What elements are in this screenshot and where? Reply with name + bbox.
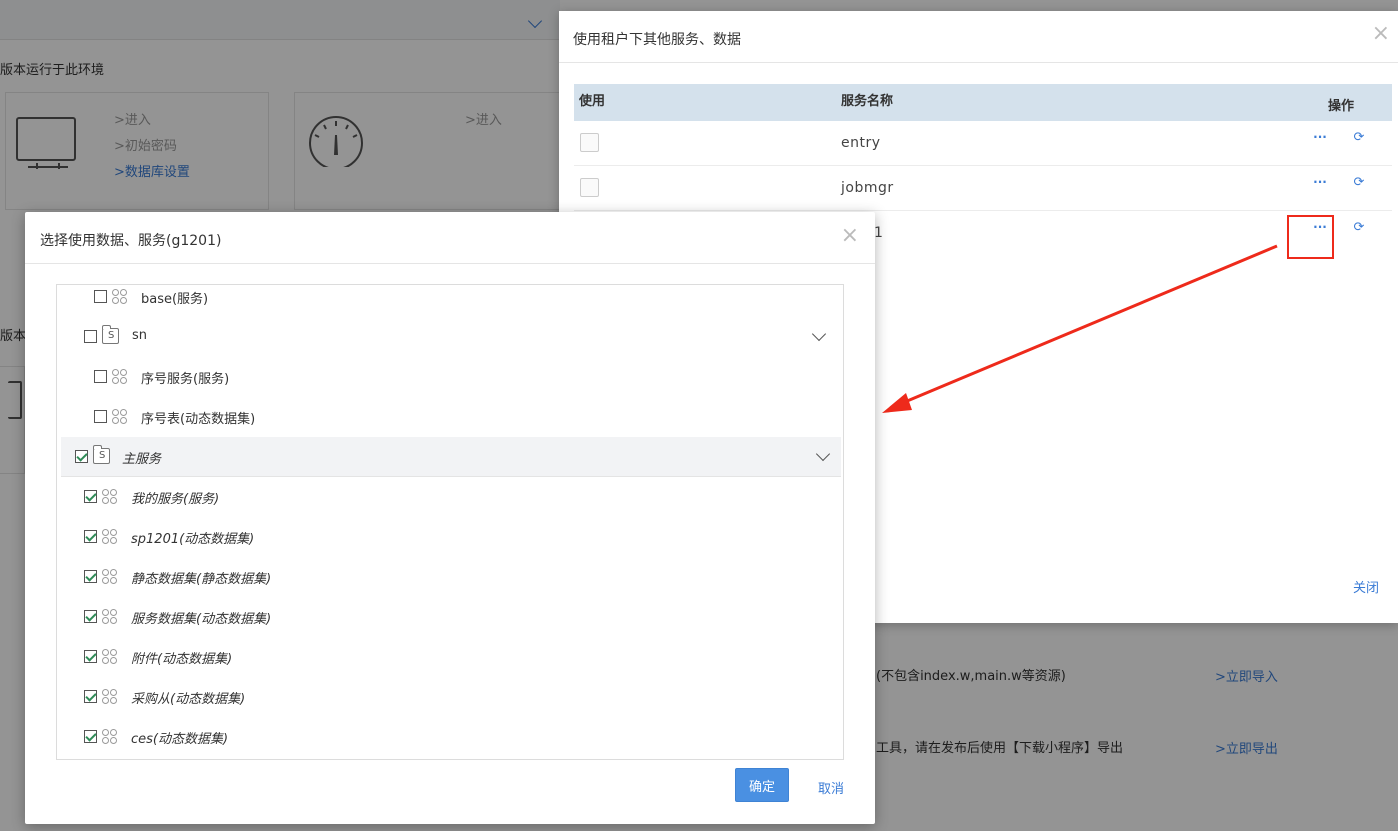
service-cluster-icon xyxy=(102,569,118,585)
confirm-button[interactable]: 确定 xyxy=(735,768,789,802)
item-checkbox[interactable] xyxy=(94,370,107,383)
close-icon[interactable]: × xyxy=(841,225,859,247)
dialog-title: 选择使用数据、服务(g1201) xyxy=(40,233,222,249)
chevron-down-icon[interactable] xyxy=(811,326,827,342)
tree-item[interactable]: 服务数据集(动态数据集) xyxy=(57,597,837,637)
tree-item-label: base(服务) xyxy=(141,292,209,307)
item-checkbox-checked[interactable] xyxy=(84,570,97,583)
tree-item[interactable]: 序号表(动态数据集) xyxy=(57,397,837,437)
ellipsis-icon[interactable]: ··· xyxy=(1309,129,1331,149)
close-icon[interactable]: × xyxy=(1372,23,1390,45)
service-name: 1 xyxy=(874,225,884,241)
tree-item-label: 服务数据集(动态数据集) xyxy=(131,612,272,627)
column-actions: 操作 xyxy=(1328,99,1355,114)
close-link[interactable]: 关闭 xyxy=(1353,577,1379,596)
ellipsis-icon[interactable]: ··· xyxy=(1309,174,1331,194)
refresh-icon[interactable]: ⟳ xyxy=(1352,221,1366,235)
service-cluster-icon xyxy=(102,649,118,665)
column-service-name: 服务名称 xyxy=(841,94,894,109)
item-checkbox-checked[interactable] xyxy=(84,690,97,703)
chevron-down-icon[interactable] xyxy=(815,446,831,462)
tree-item-label: 我的服务(服务) xyxy=(131,492,220,507)
item-checkbox[interactable] xyxy=(84,330,97,343)
use-checkbox[interactable] xyxy=(580,178,599,197)
tree-item-label: 附件(动态数据集) xyxy=(131,652,233,667)
table-header: 使用 服务名称 操作 xyxy=(574,84,1392,121)
folder-s-icon: S xyxy=(102,325,119,344)
refresh-icon[interactable]: ⟳ xyxy=(1352,176,1366,190)
service-cluster-icon xyxy=(112,289,128,305)
item-checkbox[interactable] xyxy=(94,410,107,423)
item-checkbox-checked[interactable] xyxy=(84,530,97,543)
tree-item[interactable]: 我的服务(服务) xyxy=(57,477,837,517)
service-cluster-icon xyxy=(102,729,118,745)
tree-item-label: 采购从(动态数据集) xyxy=(131,692,246,707)
dialog-header: 使用租户下其他服务、数据 × xyxy=(559,11,1398,63)
service-cluster-icon xyxy=(102,689,118,705)
tree-item[interactable]: base(服务) xyxy=(57,285,837,317)
annotation-highlight-box xyxy=(1287,215,1334,259)
select-data-services-dialog: 选择使用数据、服务(g1201) × base(服务) S sn 序号服务(服务… xyxy=(25,212,875,824)
tree-item[interactable]: sp1201(动态数据集) xyxy=(57,517,837,557)
tree-item-label: ces(动态数据集) xyxy=(131,732,229,747)
item-checkbox-checked[interactable] xyxy=(75,450,88,463)
tree-item-label: 序号表(动态数据集) xyxy=(141,412,256,427)
tree-item[interactable]: ces(动态数据集) xyxy=(57,717,837,757)
tree-item-label: 序号服务(服务) xyxy=(141,372,230,387)
tree-item[interactable]: 静态数据集(静态数据集) xyxy=(57,557,837,597)
tree-item-label: sp1201(动态数据集) xyxy=(131,532,255,547)
tree-item[interactable]: 采购从(动态数据集) xyxy=(57,677,837,717)
item-checkbox-checked[interactable] xyxy=(84,730,97,743)
service-name: jobmgr xyxy=(841,180,894,196)
service-name: entry xyxy=(841,135,881,151)
tree-item[interactable]: 序号服务(服务) xyxy=(57,357,837,397)
service-cluster-icon xyxy=(102,529,118,545)
dialog-title: 使用租户下其他服务、数据 xyxy=(573,32,741,48)
refresh-icon[interactable]: ⟳ xyxy=(1352,131,1366,145)
tree-group[interactable]: S sn xyxy=(57,317,837,357)
folder-s-icon: S xyxy=(93,445,110,464)
service-cluster-icon xyxy=(102,489,118,505)
tree-group-selected[interactable]: S 主服务 xyxy=(61,437,841,477)
item-checkbox-checked[interactable] xyxy=(84,650,97,663)
service-tree: base(服务) S sn 序号服务(服务) 序号表(动态数据集) S 主服务 xyxy=(56,284,844,760)
item-checkbox[interactable] xyxy=(94,290,107,303)
dialog-header: 选择使用数据、服务(g1201) × xyxy=(25,212,875,264)
cancel-button[interactable]: 取消 xyxy=(818,778,844,797)
tree-item[interactable]: 附件(动态数据集) xyxy=(57,637,837,677)
service-cluster-icon xyxy=(102,609,118,625)
service-cluster-icon xyxy=(112,369,128,385)
use-checkbox[interactable] xyxy=(580,133,599,152)
tree-item-label: 静态数据集(静态数据集) xyxy=(131,572,272,587)
item-checkbox-checked[interactable] xyxy=(84,610,97,623)
tree-item-label: 主服务 xyxy=(122,452,162,467)
tree-item-label: sn xyxy=(132,328,148,343)
table-row: jobmgr ··· ⟳ xyxy=(574,166,1392,211)
service-cluster-icon xyxy=(112,409,128,425)
column-use: 使用 xyxy=(579,94,606,109)
item-checkbox-checked[interactable] xyxy=(84,490,97,503)
table-row: entry ··· ⟳ xyxy=(574,121,1392,166)
